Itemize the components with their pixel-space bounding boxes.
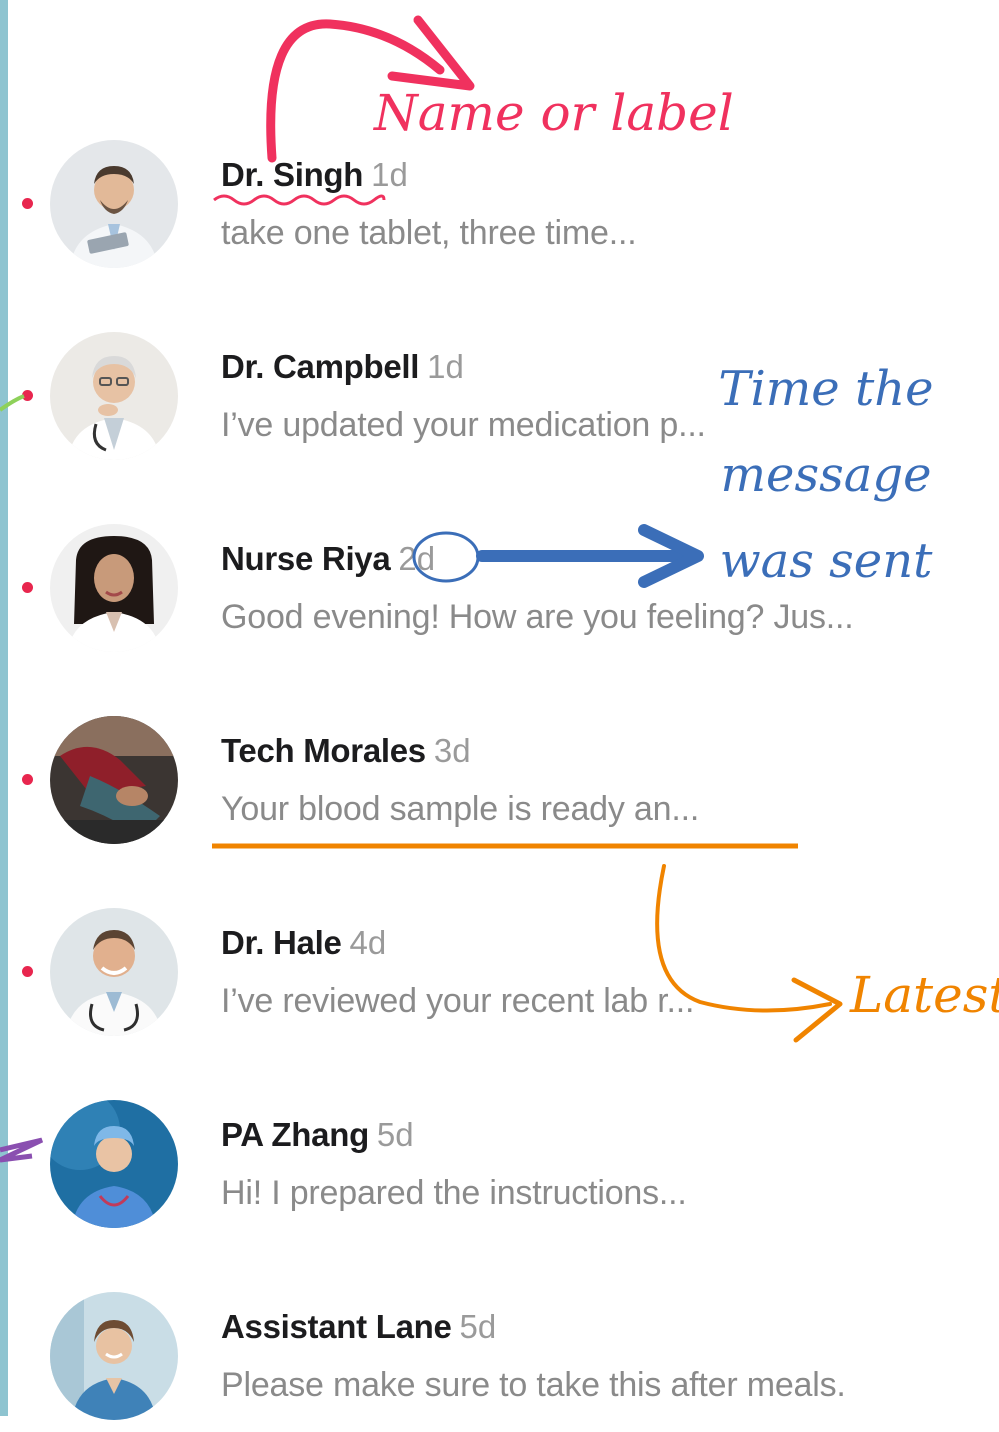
contact-name: Dr. Hale bbox=[221, 924, 342, 961]
message-time: 4d bbox=[349, 924, 387, 961]
name-line: Dr. Singh 1d bbox=[221, 156, 408, 194]
name-line: Assistant Lane 5d bbox=[221, 1308, 496, 1346]
conversation-item-tech-morales[interactable]: Tech Morales 3d Your blood sample is read… bbox=[0, 706, 999, 856]
name-label-annotation: Name or label bbox=[374, 84, 734, 142]
unread-indicator bbox=[22, 582, 33, 593]
message-time: 1d bbox=[371, 156, 408, 193]
smiling-doctor-avatar bbox=[50, 908, 178, 1036]
name-line: Dr. Campbell 1d bbox=[221, 348, 464, 386]
name-line: Nurse Riya 2d bbox=[221, 540, 435, 578]
scrubs-avatar bbox=[50, 1100, 178, 1228]
lab-tech-avatar bbox=[50, 716, 178, 844]
unread-indicator bbox=[22, 966, 33, 977]
message-time: 5d bbox=[459, 1308, 497, 1345]
contact-name: PA Zhang bbox=[221, 1116, 369, 1153]
unread-indicator bbox=[22, 390, 33, 401]
message-time: 5d bbox=[376, 1116, 414, 1153]
conversation-item-assistant-lane[interactable]: Assistant Lane 5d Please make sure to tak… bbox=[0, 1282, 999, 1432]
contact-name: Assistant Lane bbox=[221, 1308, 452, 1345]
contact-name: Tech Morales bbox=[221, 732, 426, 769]
message-preview: Hi! I prepared the instructions... bbox=[221, 1174, 687, 1212]
message-time: 2d bbox=[398, 540, 436, 577]
doctor-tablet-avatar bbox=[50, 140, 178, 268]
message-preview: I’ve updated your medication p... bbox=[221, 406, 706, 444]
name-line: Tech Morales 3d bbox=[221, 732, 471, 770]
time-label-annotation: Time the message was sent bbox=[718, 361, 934, 589]
nurse-avatar bbox=[50, 524, 178, 652]
unread-indicator bbox=[22, 774, 33, 785]
name-arrow-head bbox=[387, 15, 475, 91]
name-line: PA Zhang 5d bbox=[221, 1116, 414, 1154]
unread-indicator bbox=[22, 198, 33, 209]
message-preview: take one tablet, three time... bbox=[221, 214, 637, 252]
conversation-item-pa-zhang[interactable]: PA Zhang 5d Hi! I prepared the instructio… bbox=[0, 1090, 999, 1240]
name-line: Dr. Hale 4d bbox=[221, 924, 386, 962]
message-time: 3d bbox=[433, 732, 471, 769]
assistant-avatar bbox=[50, 1292, 178, 1420]
message-preview: I’ve reviewed your recent lab r... bbox=[221, 982, 695, 1020]
contact-name: Dr. Campbell bbox=[221, 348, 420, 385]
latest-label-annotation: Latest bbox=[850, 966, 999, 1024]
message-preview: Please make sure to take this after meal… bbox=[221, 1366, 846, 1404]
message-preview: Your blood sample is ready an... bbox=[221, 790, 700, 828]
contact-name: Dr. Singh bbox=[221, 156, 364, 193]
conversation-item-dr-singh[interactable]: Dr. Singh 1d take one tablet, three time.… bbox=[0, 130, 999, 280]
contact-name: Nurse Riya bbox=[221, 540, 391, 577]
message-time: 1d bbox=[427, 348, 464, 385]
elderly-doctor-avatar bbox=[50, 332, 178, 460]
